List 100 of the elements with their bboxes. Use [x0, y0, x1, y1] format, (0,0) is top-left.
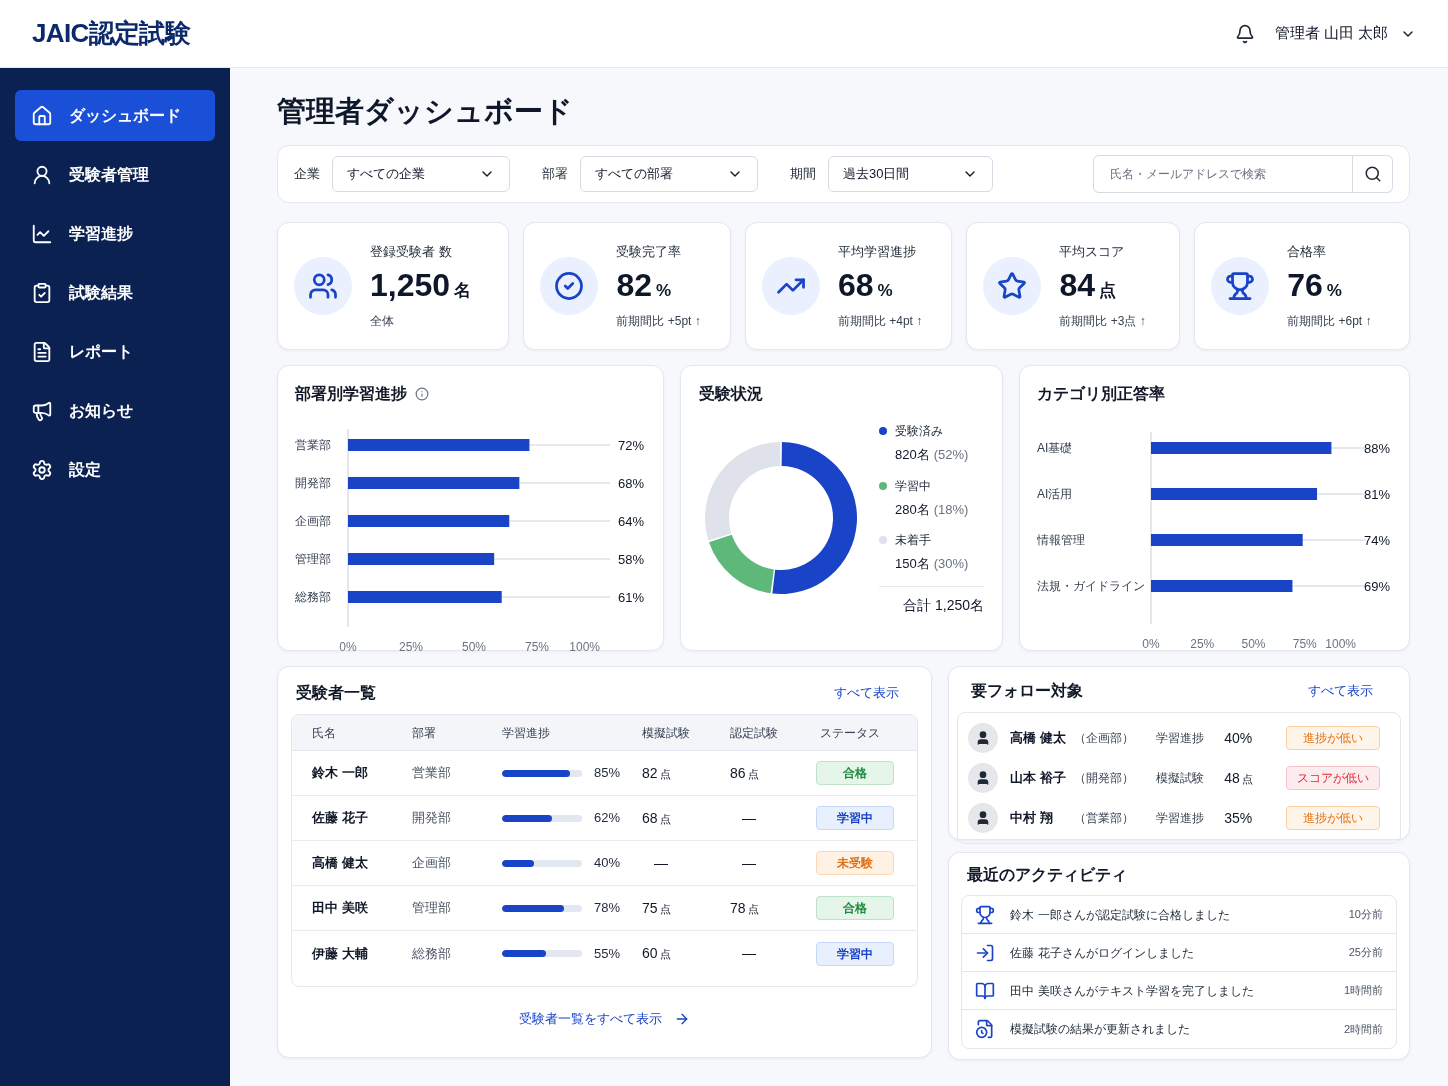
table-cell-text: 82 点	[642, 763, 672, 783]
search-field[interactable]: 氏名・メールアドレスで検索	[1093, 155, 1353, 193]
book-icon	[975, 980, 996, 1001]
sidebar-item[interactable]: 受験者管理	[15, 149, 215, 200]
table-cell-text: 68 点	[642, 808, 672, 828]
table-cell-text: 75 点	[642, 898, 672, 918]
card-title: 最近のアクティビティ	[966, 865, 1129, 885]
column-header: ステータス	[820, 724, 881, 742]
value-label: 81%	[1363, 487, 1390, 502]
users-icon	[308, 271, 338, 301]
table-cell-text: 78 点	[730, 898, 760, 918]
card-title: 受験者一覧	[296, 683, 376, 703]
sidebar-item[interactable]: 学習進捗	[15, 208, 215, 259]
column-header: 学習進捗	[502, 724, 551, 742]
stat-label: 合格率	[1287, 243, 1328, 262]
legend-label: 学習中	[895, 477, 931, 495]
table-cell-text: 企画部	[412, 854, 452, 873]
trophy-icon	[975, 904, 996, 925]
stat-label: 平均スコア	[1059, 243, 1126, 262]
stat-unit: 名	[454, 279, 472, 302]
user-menu[interactable]: 管理者 山田 太郎	[1274, 22, 1416, 45]
tick-label: 100%	[1325, 637, 1356, 651]
info-icon[interactable]	[415, 387, 429, 401]
home-icon	[31, 104, 53, 127]
tick-label: 0%	[1142, 637, 1160, 651]
warning-tag: スコアが低い	[1286, 766, 1381, 790]
search-button[interactable]	[1353, 155, 1393, 193]
filter-dropdown[interactable]: すべての企業	[332, 156, 510, 192]
view-all-link[interactable]: 受験者一覧をすべて表示	[519, 1009, 691, 1029]
category-label: AI活用	[1037, 487, 1073, 501]
activity-time: 25分前	[1348, 945, 1383, 961]
filter-label: 期間	[790, 165, 816, 184]
stat-value: 82	[616, 265, 652, 304]
settings-icon	[31, 458, 53, 481]
table-cell-text: 62%	[594, 809, 621, 828]
column-header: 氏名	[312, 724, 337, 742]
legend-count: 280名	[895, 500, 930, 519]
category-label: 情報管理	[1037, 533, 1085, 547]
value-label: 64%	[617, 514, 644, 529]
value-label: 58%	[617, 552, 644, 567]
table-cell-text: —	[741, 944, 757, 963]
table-cell-text: 86 点	[730, 763, 760, 783]
table-cell-text: 開発部	[412, 809, 452, 828]
person-name: 高橋 健太	[1010, 729, 1067, 748]
tick-label: 50%	[462, 640, 486, 654]
value-label: 69%	[1363, 579, 1390, 594]
stat-unit: 点	[1099, 279, 1117, 302]
filter-label: 部署	[542, 165, 568, 184]
table-cell-text: 78%	[594, 899, 621, 918]
stat-note: 前期間比 +3点 ↑	[1059, 312, 1146, 330]
bell-icon[interactable]	[1234, 23, 1255, 44]
person-name: 山本 裕子	[1010, 769, 1067, 788]
stat-note: 前期間比 +4pt ↑	[837, 312, 923, 330]
category-label: 開発部	[295, 476, 331, 490]
table-cell-text: 高橋 健太	[312, 854, 369, 873]
status-badge: 未受験	[816, 851, 894, 875]
table-cell-text: 伊藤 大輔	[312, 944, 369, 963]
value-label: 72%	[617, 438, 644, 453]
stat-note: 前期間比 +5pt ↑	[616, 312, 701, 330]
legend-share: (30%)	[933, 555, 969, 573]
sidebar-item[interactable]: お知らせ	[15, 385, 215, 436]
category-label: 営業部	[295, 438, 331, 452]
status-badge: 合格	[816, 761, 894, 785]
sidebar-item[interactable]: 試験結果	[15, 267, 215, 318]
card-title: 部署別学習進捗	[295, 384, 407, 404]
category-label: 企画部	[295, 514, 331, 528]
logo: JAIC認定試験	[32, 17, 191, 50]
stat-label: 平均学習進捗	[837, 243, 917, 262]
sidebar-item[interactable]: 設定	[15, 444, 215, 495]
tick-label: 25%	[1190, 637, 1215, 651]
star-icon	[997, 271, 1028, 301]
category-label: 管理部	[295, 552, 331, 566]
legend-label: 受験済み	[895, 423, 943, 440]
tick-label: 50%	[1241, 637, 1266, 651]
filter-dropdown[interactable]: 過去30日間	[828, 156, 993, 192]
value-label: 88%	[1363, 441, 1390, 456]
view-all-link[interactable]: すべて表示	[1308, 681, 1373, 701]
activity-time: 1時間前	[1343, 983, 1383, 999]
category-label: 総務部	[295, 590, 331, 604]
legend-count: 820名	[895, 446, 930, 464]
document-icon	[975, 1019, 996, 1039]
view-all-link[interactable]: すべて表示	[834, 683, 900, 703]
table-cell-text: 60 点	[642, 944, 672, 963]
value-label: 61%	[617, 590, 644, 605]
stat-label: 登録受験者 数	[370, 243, 453, 262]
table-cell-text: 営業部	[412, 764, 452, 783]
column-header: 認定試験	[730, 724, 779, 742]
filter-dropdown[interactable]: すべての部署	[580, 156, 758, 192]
sidebar-item[interactable]: ダッシュボード	[15, 90, 215, 141]
check-circle-icon	[554, 271, 585, 301]
megaphone-icon	[31, 399, 53, 422]
sidebar-item[interactable]: レポート	[15, 326, 215, 377]
activity-text: 佐藤 花子さんがログインしました	[1010, 944, 1195, 962]
login-icon	[975, 942, 996, 963]
value-label: 68%	[617, 476, 644, 491]
filter-label: 企業	[294, 165, 320, 184]
department-label: （開発部）	[1074, 770, 1136, 787]
card-title: 要フォロー対象	[971, 681, 1084, 701]
card-title: 受験状況	[699, 384, 764, 404]
category-label: AI基礎	[1037, 441, 1073, 455]
